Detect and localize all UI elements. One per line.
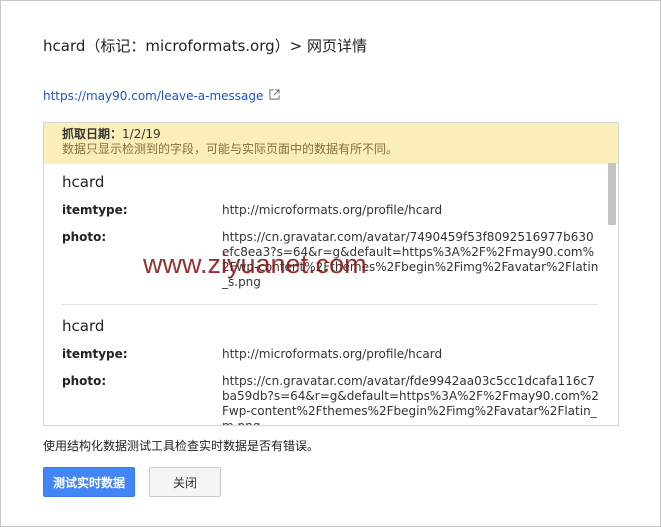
photo-row: photo: https://cn.gravatar.com/avatar/74… [62,230,600,290]
itemtype-label: itemtype: [62,203,128,217]
photo-row: photo: https://cn.gravatar.com/avatar/fd… [62,374,600,425]
itemtype-label: itemtype: [62,347,128,361]
itemtype-row: itemtype: http://microformats.org/profil… [62,347,600,362]
hcard-item: hcard itemtype: http://microformats.org/… [44,317,618,425]
photo-label: photo: [62,230,107,244]
crawl-date-label: 抓取日期： [62,127,123,141]
external-link-icon [269,89,281,103]
page-url-text: https://may90.com/leave-a-message [43,89,264,103]
details-dialog: hcard（标记：microformats.org）> 网页详情 https:/… [0,0,661,527]
itemtype-value: http://microformats.org/profile/hcard [222,203,443,217]
crawl-notice-message: 数据只显示检测到的字段，可能与实际页面中的数据有所不同。 [62,142,399,156]
card-divider [62,304,598,305]
test-live-data-button[interactable]: 测试实时数据 [43,467,135,497]
photo-label: photo: [62,374,107,388]
hcard-title: hcard [62,173,105,191]
itemtype-value: http://microformats.org/profile/hcard [222,347,443,361]
structured-data-hint: 使用结构化数据测试工具检查实时数据是否有错误。 [43,439,320,453]
scrollbar-thumb[interactable] [608,163,616,225]
photo-value: https://cn.gravatar.com/avatar/7490459f5… [222,230,599,289]
page-title: hcard（标记：microformats.org）> 网页详情 [43,37,367,55]
hcard-item: hcard itemtype: http://microformats.org/… [44,173,618,290]
results-panel: 抓取日期：1/2/19 数据只显示检测到的字段，可能与实际页面中的数据有所不同。… [43,122,619,426]
hcard-title: hcard [62,317,105,335]
photo-value: https://cn.gravatar.com/avatar/fde9942aa… [222,374,599,425]
results-scroll-area[interactable]: hcard itemtype: http://microformats.org/… [44,161,618,425]
crawl-date: 抓取日期：1/2/19 [62,127,600,142]
close-button[interactable]: 关闭 [149,467,221,497]
crawl-date-value: 1/2/19 [122,127,161,141]
page-url-link[interactable]: https://may90.com/leave-a-message [43,89,281,103]
itemtype-row: itemtype: http://microformats.org/profil… [62,203,600,218]
crawl-notice: 抓取日期：1/2/19 数据只显示检测到的字段，可能与实际页面中的数据有所不同。 [44,123,618,164]
